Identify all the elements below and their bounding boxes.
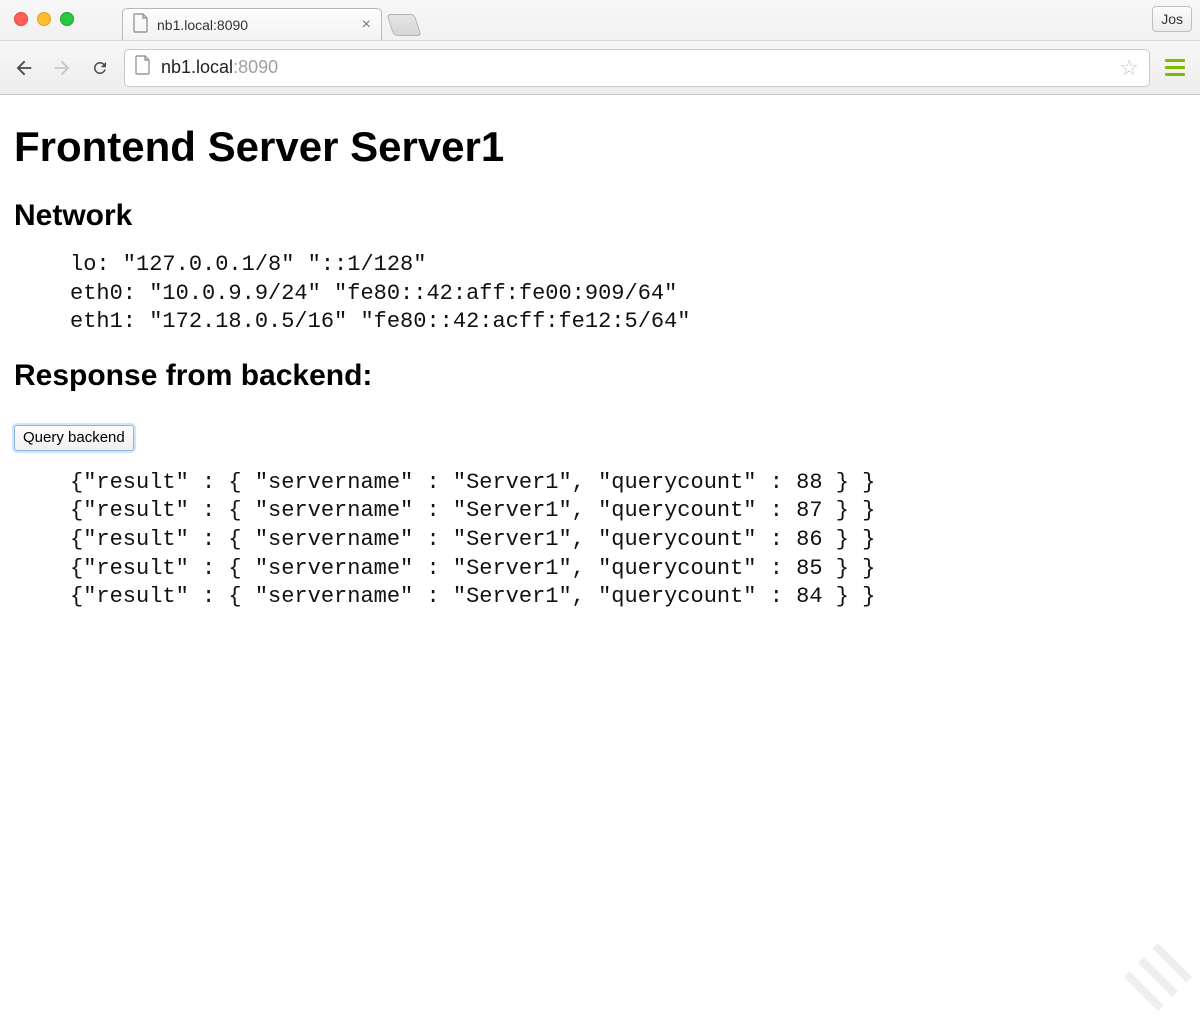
title-bar: nb1.local:8090 × Jos [0, 0, 1200, 40]
reload-button[interactable] [86, 54, 114, 82]
page-content: Frontend Server Server1 Network lo: "127… [0, 95, 1200, 630]
maximize-window-icon[interactable] [60, 12, 74, 26]
response-list: {"result" : { "servername" : "Server1", … [14, 469, 1186, 612]
tab-title: nb1.local:8090 [157, 17, 352, 33]
window-controls [14, 12, 74, 26]
query-backend-button[interactable]: Query backend [14, 425, 134, 451]
close-tab-icon[interactable]: × [362, 17, 371, 33]
forward-button[interactable] [48, 54, 76, 82]
toolbar: nb1.local:8090 ☆ [0, 40, 1200, 94]
response-heading: Response from backend: [14, 359, 1186, 393]
hamburger-menu-icon[interactable] [1160, 59, 1190, 76]
browser-tab[interactable]: nb1.local:8090 × [122, 8, 382, 40]
url-host: nb1.local [161, 57, 233, 78]
new-tab-button[interactable] [386, 14, 421, 36]
watermark-icon [1124, 943, 1192, 1011]
page-title: Frontend Server Server1 [14, 123, 1186, 171]
close-window-icon[interactable] [14, 12, 28, 26]
page-icon [133, 13, 149, 36]
browser-chrome: nb1.local:8090 × Jos nb1.local:8090 ☆ [0, 0, 1200, 95]
profile-button[interactable]: Jos [1152, 6, 1192, 32]
tab-strip: nb1.local:8090 × [122, 0, 418, 40]
address-bar[interactable]: nb1.local:8090 ☆ [124, 49, 1150, 87]
back-button[interactable] [10, 54, 38, 82]
site-icon [135, 55, 151, 80]
profile-label: Jos [1161, 11, 1183, 27]
minimize-window-icon[interactable] [37, 12, 51, 26]
network-heading: Network [14, 199, 1186, 233]
bookmark-star-icon[interactable]: ☆ [1119, 55, 1139, 81]
url-port: :8090 [233, 57, 278, 78]
network-info: lo: "127.0.0.1/8" "::1/128" eth0: "10.0.… [14, 251, 1186, 337]
